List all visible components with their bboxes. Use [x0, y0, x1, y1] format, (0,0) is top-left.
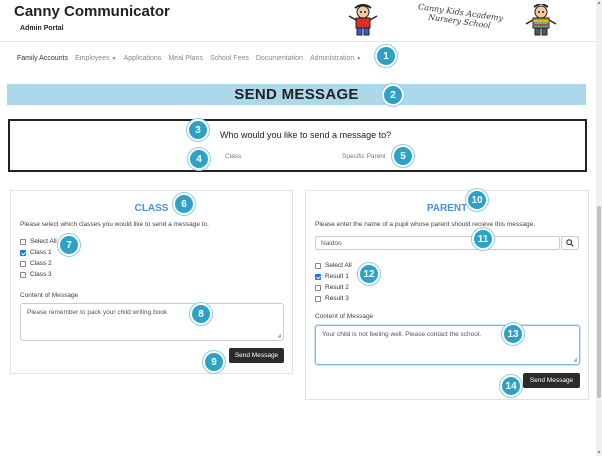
class-card: CLASS Please select which classes you wo… [10, 190, 293, 374]
main-nav: Family Accounts Employees ▼ Applications … [17, 55, 361, 67]
checkbox-label: Result 1 [325, 273, 349, 280]
callout-badge-11: 11 [472, 228, 494, 250]
resize-grip-icon[interactable]: ◢ [573, 357, 577, 363]
class-message-textarea[interactable]: Please remember to pack your child writi… [20, 303, 284, 341]
result-option-2[interactable]: Result 2 [315, 282, 352, 293]
checkbox-label: Select All [30, 238, 57, 245]
callout-badge-12: 12 [358, 263, 380, 285]
callout-badge-4: 4 [188, 148, 210, 170]
nav-item-applications[interactable]: Applications [124, 55, 162, 67]
class-option-select-all[interactable]: Select All [20, 236, 57, 247]
scroll-down-icon[interactable]: ▼ [596, 450, 602, 456]
result-option-select-all[interactable]: Select All [315, 260, 352, 271]
result-option-1[interactable]: Result 1 [315, 271, 352, 282]
kid-mascot-logo-right [525, 4, 557, 36]
parent-message-textarea[interactable]: Your child is not feeling well. Please c… [315, 325, 580, 365]
checkbox-label: Select All [325, 262, 352, 269]
checkbox-label: Class 3 [30, 271, 52, 278]
checkbox[interactable] [20, 238, 26, 245]
nav-item-documentation[interactable]: Documentation [256, 55, 303, 67]
school-logo-text: Canny Kids Academy Nursery School [411, 1, 509, 32]
checkbox-label: Result 3 [325, 295, 349, 302]
caret-down-icon: ▼ [111, 56, 117, 62]
callout-badge-6: 6 [173, 193, 195, 215]
scrollbar-thumb[interactable] [597, 206, 601, 398]
header: Canny Communicator Admin Portal Canny Ki… [0, 0, 596, 42]
parent-card-title: PARENT [426, 203, 468, 214]
callout-badge-5: 5 [392, 145, 414, 167]
callout-badge-9: 9 [203, 351, 225, 373]
class-checkbox-list: Select All Class 1 Class 2 Class 3 [20, 236, 57, 280]
scroll-up-icon[interactable]: ▲ [596, 0, 602, 6]
nav-item-meal-plans[interactable]: Meal Plans [168, 55, 203, 67]
page-title-banner: SEND MESSAGE [7, 84, 586, 105]
nav-item-employees-label: Employees [74, 55, 110, 62]
class-send-message-button[interactable]: Send Message [229, 348, 284, 363]
resize-grip-icon[interactable]: ◢ [277, 333, 281, 339]
recipient-type-box: Who would you like to send a message to?… [8, 119, 587, 172]
callout-badge-8: 8 [190, 303, 212, 325]
nav-item-administration-label: Administration [309, 55, 355, 62]
parent-message-text: Your child is not feeling well. Please c… [322, 331, 482, 338]
checkbox[interactable] [315, 284, 321, 291]
callout-badge-3: 3 [187, 119, 209, 141]
kid-mascot-logo-left [348, 4, 378, 36]
class-message-text: Please remember to pack your child writi… [27, 309, 168, 316]
checkbox[interactable] [20, 271, 26, 278]
app-title: Canny Communicator [14, 3, 170, 20]
nav-item-administration[interactable]: Administration ▼ [310, 55, 361, 67]
class-option-class-2[interactable]: Class 2 [20, 258, 57, 269]
checkbox-label: Result 2 [325, 284, 349, 291]
callout-badge-1: 1 [375, 45, 397, 67]
pupil-search-value: Naidoo [321, 240, 342, 247]
checkbox[interactable] [20, 260, 26, 267]
checkbox[interactable] [20, 249, 26, 256]
app-subtitle: Admin Portal [20, 25, 64, 32]
nav-item-family-accounts[interactable]: Family Accounts [17, 55, 68, 67]
recipient-option-specific-parent[interactable]: Specific Parent [342, 153, 386, 160]
pupil-search-button[interactable] [561, 236, 579, 250]
result-option-3[interactable]: Result 3 [315, 293, 352, 304]
callout-badge-14: 14 [500, 375, 522, 397]
checkbox[interactable] [315, 273, 321, 280]
caret-down-icon: ▼ [356, 56, 362, 62]
callout-badge-2: 2 [382, 84, 404, 106]
pupil-search-input[interactable]: Naidoo [315, 236, 560, 250]
parent-card-instruction: Please enter the name of a pupil whose p… [315, 221, 536, 228]
search-icon [566, 239, 574, 247]
checkbox-label: Class 1 [30, 249, 52, 256]
class-card-instruction: Please select which classes you would li… [20, 221, 209, 228]
class-option-class-3[interactable]: Class 3 [20, 269, 57, 280]
checkbox[interactable] [315, 295, 321, 302]
parent-content-label: Content of Message [315, 313, 374, 320]
callout-badge-7: 7 [58, 234, 80, 256]
recipient-question: Who would you like to send a message to? [220, 130, 392, 140]
parent-result-list: Select All Result 1 Result 2 Result 3 [315, 260, 352, 304]
callout-badge-13: 13 [502, 323, 524, 345]
parent-card: PARENT Please enter the name of a pupil … [305, 190, 589, 400]
class-option-class-1[interactable]: Class 1 [20, 247, 57, 258]
class-content-label: Content of Message [20, 292, 79, 299]
recipient-option-class[interactable]: Class [225, 153, 241, 160]
checkbox-label: Class 2 [30, 260, 52, 267]
class-card-title: CLASS [134, 203, 169, 214]
nav-item-school-fees[interactable]: School Fees [210, 55, 249, 67]
callout-badge-10: 10 [466, 189, 488, 211]
nav-item-employees[interactable]: Employees ▼ [75, 55, 117, 67]
page-title: SEND MESSAGE [234, 86, 359, 103]
checkbox[interactable] [315, 262, 321, 269]
parent-send-message-button[interactable]: Send Message [523, 373, 580, 388]
